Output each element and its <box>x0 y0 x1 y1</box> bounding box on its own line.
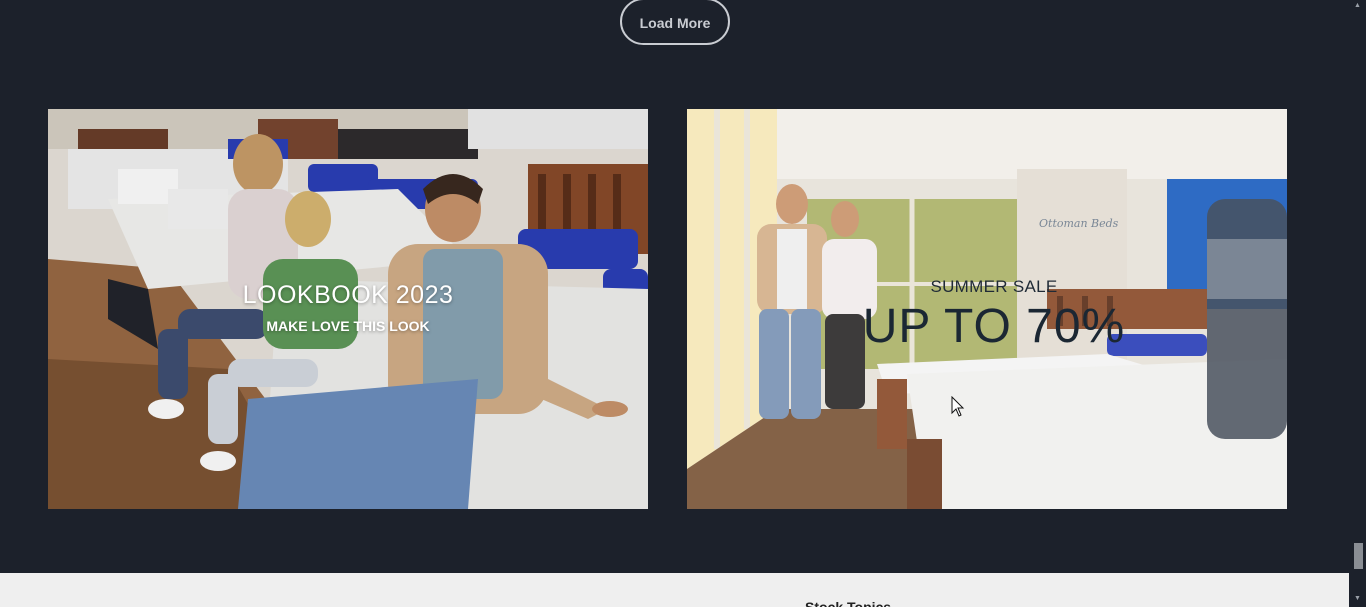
footer-section: Stock Topics <box>0 573 1349 607</box>
scroll-up-arrow-icon[interactable]: ▲ <box>1349 0 1366 12</box>
scroll-down-arrow-icon[interactable]: ▼ <box>1349 593 1366 605</box>
pointer-cursor-icon <box>951 396 965 417</box>
summer-sale-headline: UP TO 70% <box>862 300 1126 353</box>
lookbook-text: LOOKBOOK 2023 MAKE LOVE THIS LOOK <box>48 281 648 334</box>
summer-sale-text: SUMMER SALE UP TO 70% <box>687 277 1287 354</box>
lookbook-title: LOOKBOOK 2023 <box>242 281 454 309</box>
page-scrollbar[interactable]: ▲ ▼ <box>1349 0 1366 607</box>
lookbook-subtitle: MAKE LOVE THIS LOOK <box>266 318 430 334</box>
page: Load More LOOKBOOK 2023 MAKE LOVE THIS L… <box>0 0 1366 607</box>
load-more-button[interactable]: Load More <box>620 0 730 45</box>
lookbook-banner[interactable]: LOOKBOOK 2023 MAKE LOVE THIS LOOK <box>48 109 648 509</box>
summer-sale-title: SUMMER SALE <box>930 277 1058 296</box>
scrollbar-thumb[interactable] <box>1354 543 1363 569</box>
summer-sale-banner[interactable]: Ottoman Beds SUMMER SALE UP TO 70% <box>687 109 1287 509</box>
footer-heading: Stock Topics <box>805 599 892 607</box>
